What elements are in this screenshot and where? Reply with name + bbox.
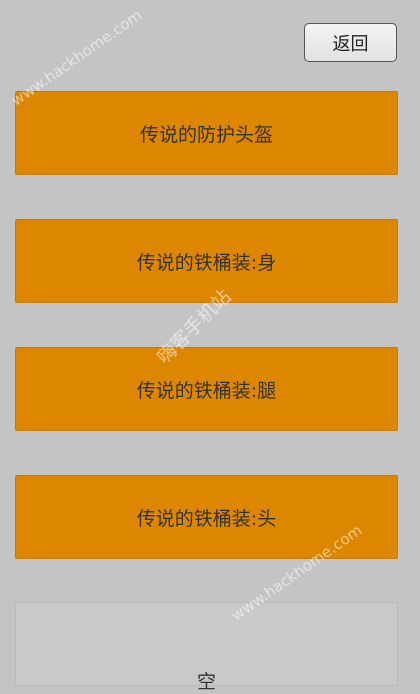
item-button-bucket-head[interactable]: 传说的铁桶装:头 [15,475,398,559]
item-button-label: 传说的铁桶装:腿 [136,379,277,402]
back-button[interactable]: 返回 [304,23,397,62]
item-button-legendary-helmet[interactable]: 传说的防护头盔 [15,91,398,175]
item-button-label: 空 [196,670,216,693]
item-button-bucket-body[interactable]: 传说的铁桶装:身 [15,219,398,303]
item-button-label: 传说的铁桶装:身 [136,251,277,274]
item-button-empty[interactable]: 空 [15,602,398,693]
item-button-label: 传说的防护头盔 [139,123,273,146]
item-button-label: 传说的铁桶装:头 [136,507,277,530]
back-button-label: 返回 [332,33,369,55]
item-button-bucket-legs[interactable]: 传说的铁桶装:腿 [15,347,398,431]
